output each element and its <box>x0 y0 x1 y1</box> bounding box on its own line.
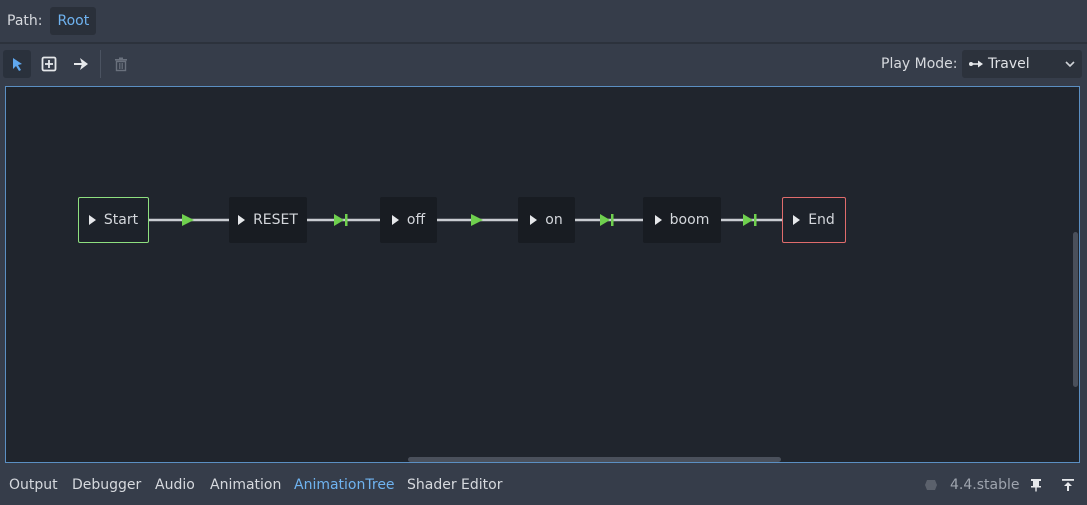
version-label: 4.4.stable <box>950 477 1020 493</box>
state-node-label: on <box>545 212 563 228</box>
state-node-reset[interactable]: RESET <box>229 197 307 243</box>
pin-icon <box>1031 479 1041 492</box>
play-icon[interactable] <box>654 215 662 225</box>
state-node-label: boom <box>669 212 710 228</box>
expand-icon <box>1062 479 1074 491</box>
graph-toolbar: Play Mode: Travel <box>0 44 1087 84</box>
select-tool-button[interactable] <box>3 50 31 78</box>
path-root-button[interactable]: Root <box>50 7 97 35</box>
play-icon[interactable] <box>88 215 96 225</box>
transition-immediate-icon <box>471 214 483 226</box>
trash-icon <box>115 57 127 72</box>
play-mode-label: Play Mode: <box>881 56 958 72</box>
vertical-scrollbar[interactable] <box>1073 232 1078 387</box>
toolbar-separator <box>100 50 101 78</box>
godot-version-icon <box>925 480 937 490</box>
state-node-label: RESET <box>253 212 298 228</box>
transition-at-end-icon <box>743 214 753 226</box>
bottom-panel-bar: Output Debugger Audio Animation Animatio… <box>0 465 1087 505</box>
transition-at-end-icon <box>600 214 610 226</box>
state-node-end[interactable]: End <box>782 197 846 243</box>
state-node-start[interactable]: Start <box>78 197 149 243</box>
play-mode-select[interactable]: Travel <box>962 50 1082 78</box>
transition-edges <box>149 214 782 226</box>
connect-icon <box>74 58 88 70</box>
transition-immediate-icon <box>182 214 194 226</box>
delete-button[interactable] <box>107 50 135 78</box>
transition-at-end-icon <box>334 214 344 226</box>
play-icon[interactable] <box>391 215 399 225</box>
add-node-icon <box>41 56 57 72</box>
pin-panel-button[interactable] <box>1027 476 1045 494</box>
path-label: Path: <box>7 13 43 29</box>
state-node-label: Start <box>103 212 139 228</box>
tab-output[interactable]: Output <box>9 475 58 495</box>
expand-panel-button[interactable] <box>1059 476 1077 494</box>
state-node-label: End <box>808 212 835 228</box>
state-node-on[interactable]: on <box>518 197 575 243</box>
play-icon[interactable] <box>793 215 801 225</box>
tab-shader-editor[interactable]: Shader Editor <box>407 475 502 495</box>
path-bar: Path: Root <box>0 0 1087 42</box>
connect-tool-button[interactable] <box>67 50 95 78</box>
state-machine-graph[interactable]: Start RESET off on boom End <box>5 86 1080 463</box>
state-node-label: off <box>406 212 426 228</box>
state-node-off[interactable]: off <box>380 197 437 243</box>
horizontal-scrollbar[interactable] <box>408 457 781 462</box>
add-node-tool-button[interactable] <box>35 50 63 78</box>
tab-audio[interactable]: Audio <box>155 475 195 495</box>
tab-animationtree[interactable]: AnimationTree <box>294 475 395 495</box>
chevron-down-icon <box>1065 61 1075 68</box>
tab-animation[interactable]: Animation <box>210 475 281 495</box>
tab-debugger[interactable]: Debugger <box>72 475 141 495</box>
travel-icon <box>969 60 983 68</box>
play-mode-value: Travel <box>988 56 1030 72</box>
play-icon[interactable] <box>238 215 246 225</box>
play-icon[interactable] <box>530 215 538 225</box>
pointer-icon <box>13 58 22 71</box>
state-node-boom[interactable]: boom <box>643 197 721 243</box>
